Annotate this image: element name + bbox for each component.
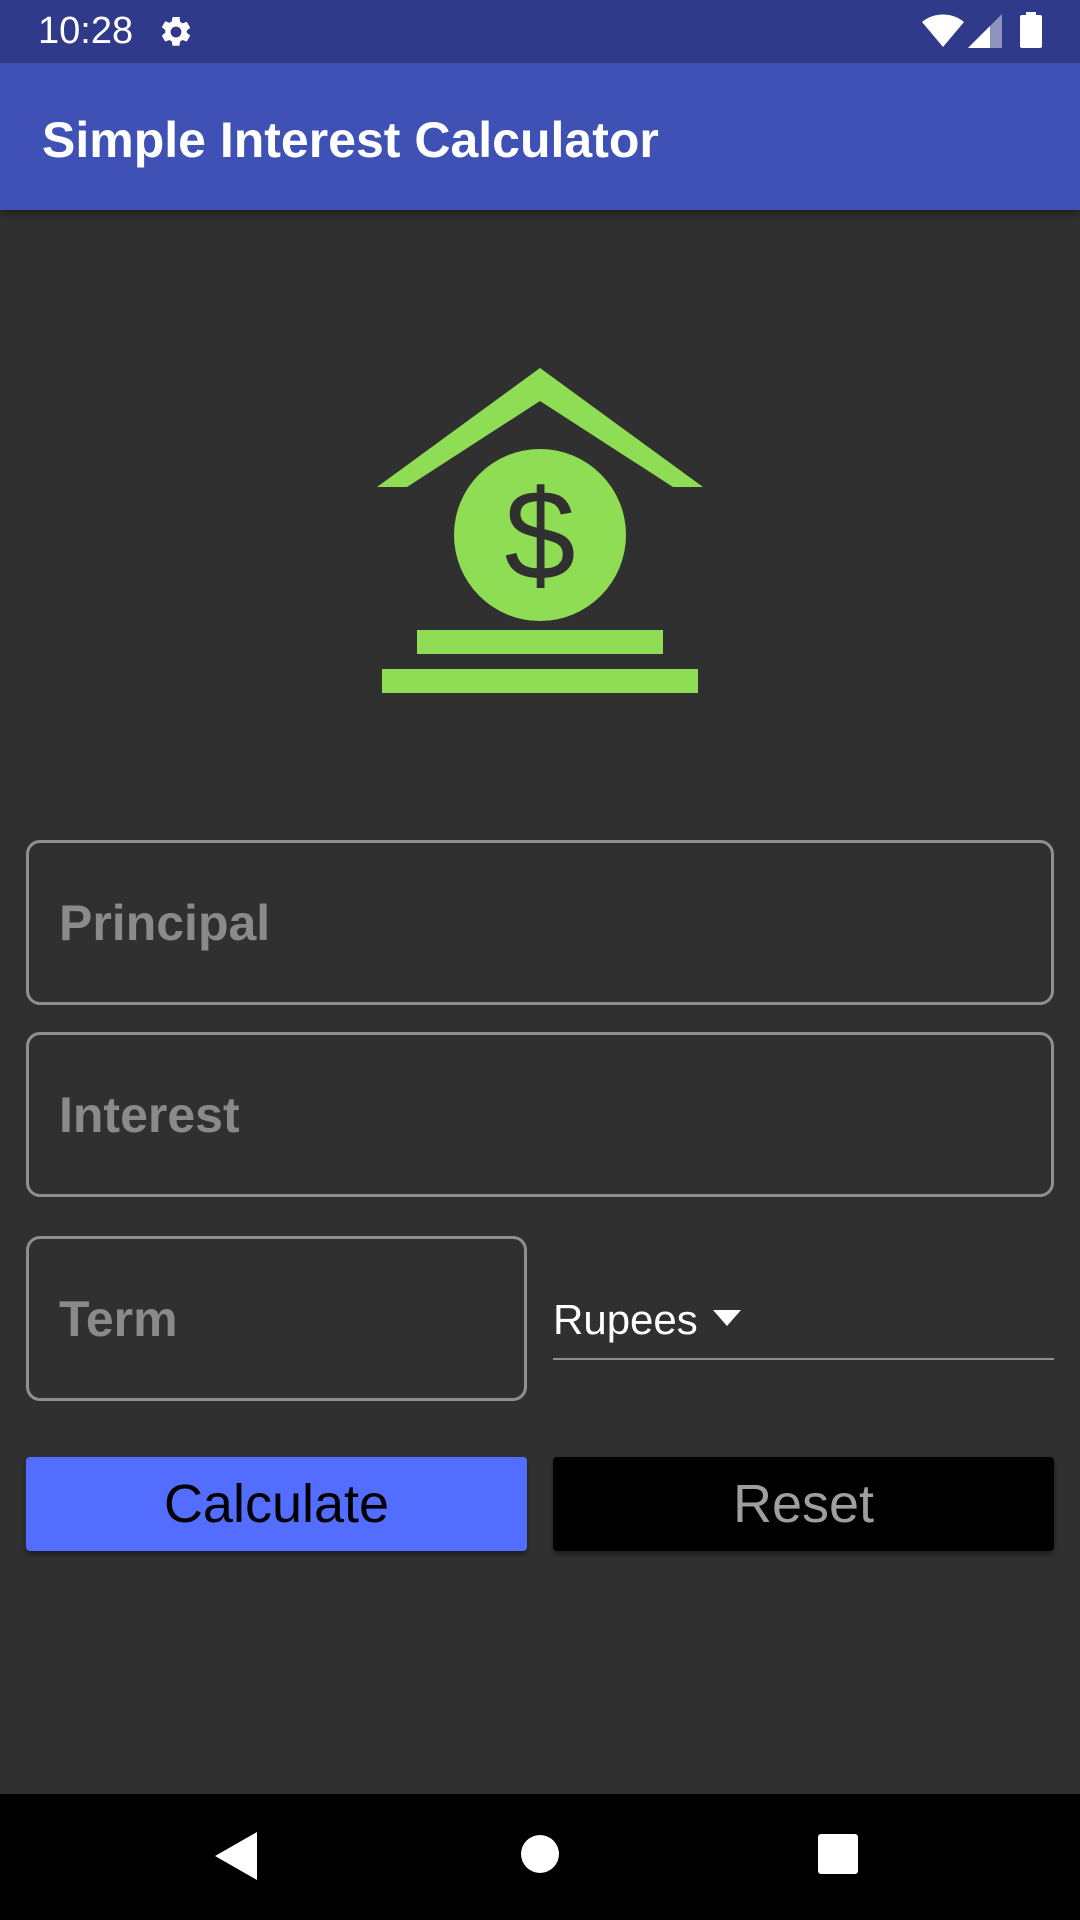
wifi-icon (922, 14, 964, 47)
term-input[interactable] (29, 1239, 524, 1398)
term-field[interactable] (26, 1236, 527, 1401)
status-time: 10:28 (38, 10, 134, 52)
principal-field[interactable] (26, 840, 1054, 1005)
dropdown-arrow-icon (713, 1310, 741, 1326)
battery-icon (1020, 12, 1042, 48)
currency-selected: Rupees (553, 1296, 698, 1343)
app-bar: Simple Interest Calculator (0, 63, 1080, 210)
bank-dollar-icon: $ (377, 368, 703, 693)
interest-field[interactable] (26, 1032, 1054, 1197)
currency-dropdown[interactable]: Rupees (553, 1280, 1054, 1360)
signal-icon (968, 14, 1002, 48)
back-icon[interactable] (215, 1832, 257, 1880)
navigation-bar (0, 1794, 1080, 1920)
svg-text:$: $ (504, 464, 575, 607)
calculate-button[interactable]: Calculate (26, 1457, 527, 1551)
principal-input[interactable] (29, 843, 1051, 1002)
reset-button[interactable]: Reset (553, 1457, 1054, 1551)
interest-input[interactable] (29, 1035, 1051, 1194)
screen: 10:28 Simple Interest Calculator $ Princ… (0, 0, 1080, 1920)
status-bar: 10:28 (0, 0, 1080, 63)
recents-icon[interactable] (818, 1834, 858, 1874)
home-icon[interactable] (520, 1834, 560, 1874)
app-title: Simple Interest Calculator (42, 112, 659, 168)
gear-icon (161, 16, 191, 46)
